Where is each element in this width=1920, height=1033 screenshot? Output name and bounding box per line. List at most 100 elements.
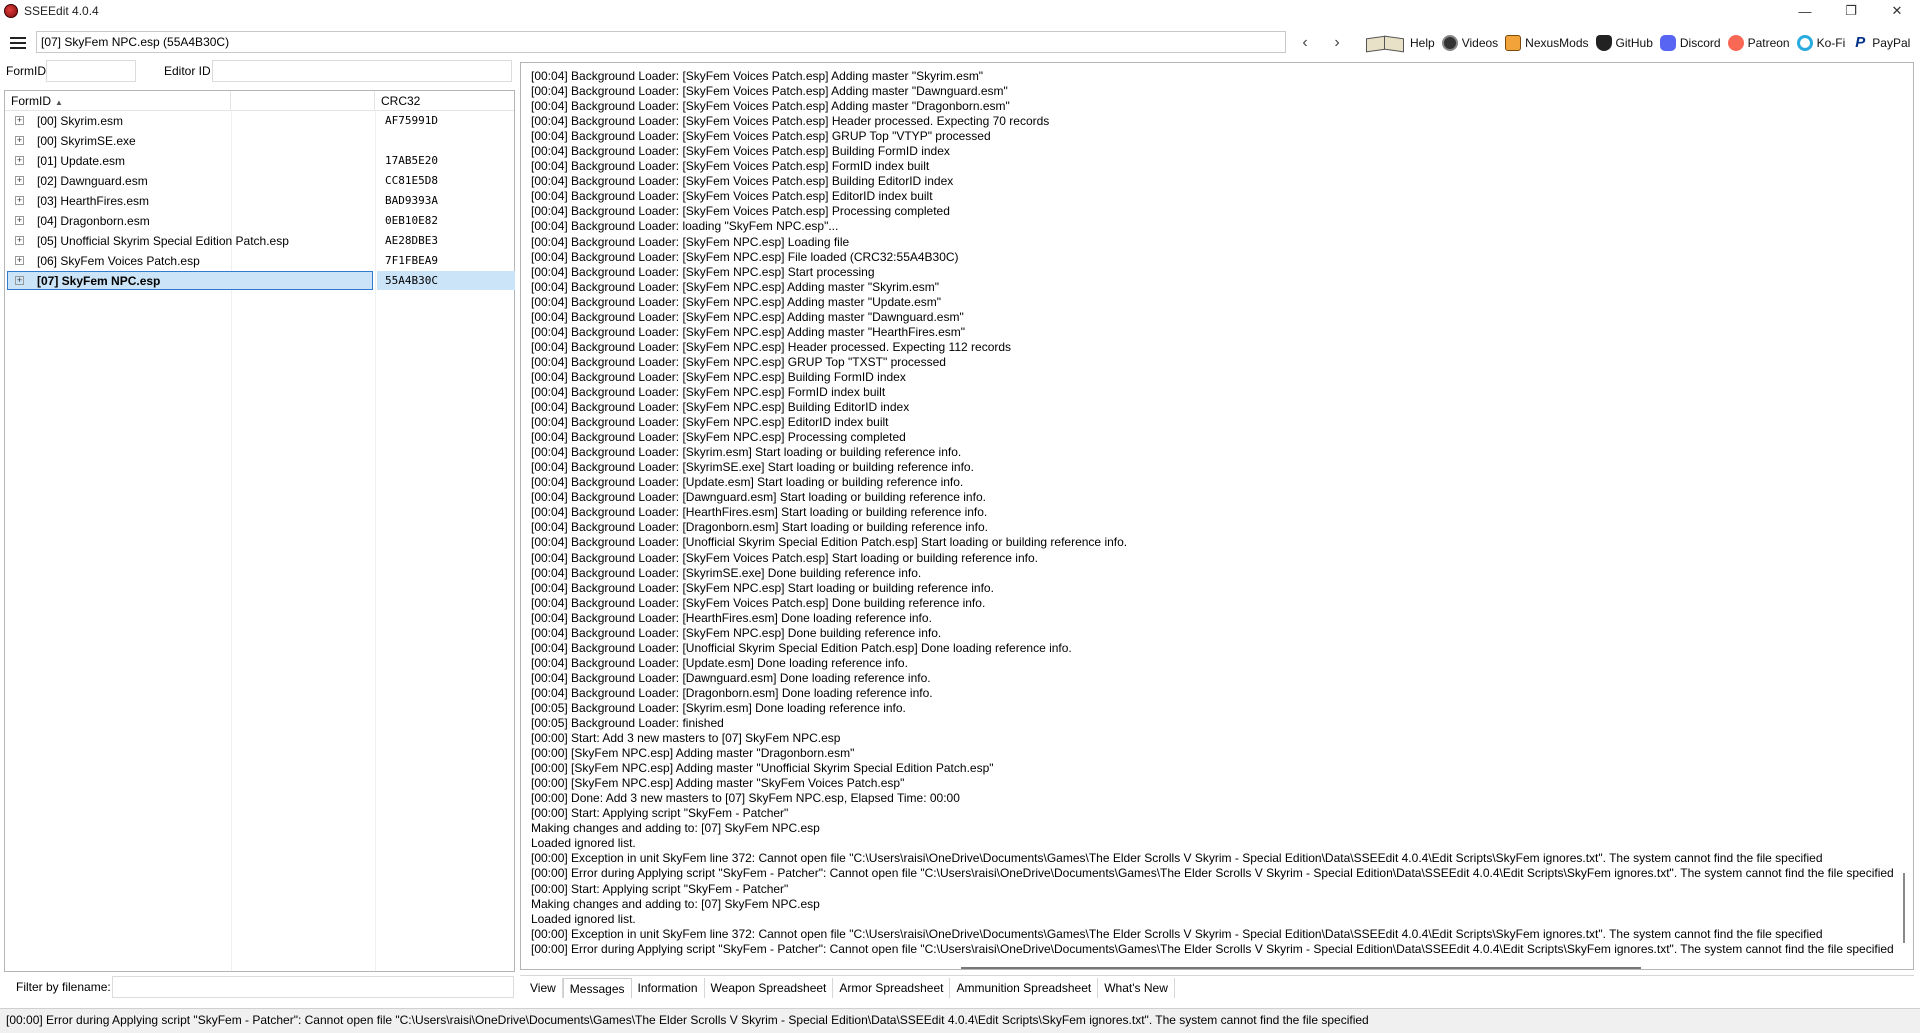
bottom-tabs: View Messages Information Weapon Spreadshee… [524,978,1175,998]
plugin-tree: FormID ▲ CRC32 + [00] Skyrim.esm AF75991D + [… [4,90,515,972]
patreon-link[interactable]: Patreon [1727,35,1790,51]
tree-row[interactable]: + [02] Dawnguard.esm CC81E5D8 [5,171,514,191]
paypal-label: PayPal [1872,36,1911,50]
editorid-filter-input[interactable] [212,60,512,82]
log-lines: [00:04] Background Loader: [SkyFem Voice… [531,69,1894,957]
tree-row[interactable]: + [06] SkyFem Voices Patch.esp 7F1FBEA9 [5,251,514,271]
expand-icon[interactable]: + [15,256,24,265]
log-line: Loaded ignored list. [531,911,636,926]
log-line: [00:04] Background Loader: [HearthFires.… [531,610,932,625]
expand-icon[interactable]: + [15,156,24,165]
log-line: Loaded ignored list. [531,836,636,851]
log-line: [00:04] Background Loader: [SkyFem NPC.e… [531,279,940,294]
plugin-crc32: 55A4B30C [385,274,438,287]
log-line: [00:00] [SkyFem NPC.esp] Adding master "… [531,776,905,791]
tab-messages[interactable]: Messages [562,978,632,998]
sort-ascending-icon: ▲ [55,98,63,107]
log-line: [00:04] Background Loader: [SkyFem NPC.e… [531,369,906,384]
plugin-name: [02] Dawnguard.esm [37,174,148,188]
vertical-scrollbar[interactable] [1903,873,1905,943]
tab-view[interactable]: View [524,978,563,998]
title-bar: SSEEdit 4.0.4 — ❐ ✕ [0,0,1920,22]
record-path-field[interactable]: [07] SkyFem NPC.esp (55A4B30C) [36,31,1286,53]
nexusmods-label: NexusMods [1525,36,1589,50]
expand-icon[interactable]: + [15,136,24,145]
status-bar: [00:00] Error during Applying script "Sk… [0,1008,1920,1033]
log-line: [00:04] Background Loader: [Update.esm] … [531,655,908,670]
discord-icon [1659,35,1676,51]
maximize-button[interactable]: ❐ [1828,0,1874,22]
log-line: [00:04] Background Loader: [Dragonborn.e… [531,520,988,535]
tree-row[interactable]: + [07] SkyFem NPC.esp 55A4B30C [5,271,515,291]
crc32-column-header[interactable]: CRC32 [375,91,514,110]
window-controls: — ❐ ✕ [1782,0,1920,22]
log-line: [00:04] Background Loader: [SkyFem NPC.e… [531,580,994,595]
tree-row[interactable]: + [00] Skyrim.esm AF75991D [5,111,514,131]
kofi-label: Ko-Fi [1816,36,1846,50]
expand-icon[interactable]: + [15,236,24,245]
log-line: Making changes and adding to: [07] SkyFe… [531,821,820,836]
message-log[interactable]: [00:04] Background Loader: [SkyFem Voice… [520,62,1914,970]
log-line: [00:04] Background Loader: [SkyFem NPC.e… [531,625,942,640]
horizontal-scrollbar[interactable] [961,967,1641,969]
log-line: [00:04] Background Loader: [SkyFem NPC.e… [531,309,964,324]
log-line: [00:04] Background Loader: [Dawnguard.es… [531,670,931,685]
log-line: [00:04] Background Loader: [SkyFem Voice… [531,144,950,159]
github-icon [1595,35,1612,51]
help-link[interactable]: Help [1364,33,1435,53]
formid-column-header[interactable]: FormID ▲ [5,91,231,110]
close-button[interactable]: ✕ [1874,0,1920,22]
log-line: [00:04] Background Loader: [SkyFem NPC.e… [531,354,946,369]
app-logo-icon [4,4,18,18]
tree-row[interactable]: + [01] Update.esm 17AB5E20 [5,151,514,171]
plugin-crc32: AF75991D [385,114,438,127]
plugin-crc32: AE28DBE3 [385,234,438,247]
arrow-right-icon[interactable]: › [1326,32,1348,54]
tab-ammunition-spreadsheet[interactable]: Ammunition Spreadsheet [950,978,1099,998]
nexusmods-link[interactable]: NexusMods [1505,35,1589,51]
minimize-button[interactable]: — [1782,0,1828,22]
arrow-left-icon[interactable]: ‹ [1294,32,1316,54]
kofi-link[interactable]: Ko-Fi [1796,35,1846,51]
log-line: [00:04] Background Loader: loading "SkyF… [531,219,839,234]
formid-column-label: FormID [11,94,51,108]
expand-icon[interactable]: + [15,216,24,225]
videos-link[interactable]: Videos [1441,35,1498,51]
tree-row[interactable]: + [00] SkyrimSE.exe [5,131,514,151]
log-line: [00:04] Background Loader: [SkyFem Voice… [531,174,954,189]
paypal-link[interactable]: PayPal [1852,34,1911,51]
tree-row[interactable]: + [04] Dragonborn.esm 0EB10E82 [5,211,514,231]
log-line: [00:04] Background Loader: [SkyFem NPC.e… [531,294,942,309]
log-line: [00:00] [SkyFem NPC.esp] Adding master "… [531,761,994,776]
expand-icon[interactable]: + [15,196,24,205]
github-link[interactable]: GitHub [1595,35,1653,51]
tree-row[interactable]: + [03] HearthFires.esm BAD9393A [5,191,514,211]
tab-what-s-new[interactable]: What's New [1098,978,1175,998]
formid-filter-label: FormID [6,64,46,78]
hamburger-menu-icon[interactable] [0,30,36,56]
log-line: [00:04] Background Loader: [Unofficial S… [531,640,1072,655]
log-line: [00:04] Background Loader: [Dawnguard.es… [531,490,986,505]
log-line: [00:04] Background Loader: [SkyFem NPC.e… [531,264,875,279]
plugin-name: [07] SkyFem NPC.esp [37,274,161,288]
help-label: Help [1410,36,1435,50]
toolbar-links: Help Videos NexusMods GitHub Discord Pat… [1364,30,1910,56]
log-line: [00:04] Background Loader: [SkyFem Voice… [531,159,930,174]
tab-weapon-spreadsheet[interactable]: Weapon Spreadsheet [705,978,834,998]
plugin-name: [03] HearthFires.esm [37,194,150,208]
expand-icon[interactable]: + [15,116,24,125]
tab-armor-spreadsheet[interactable]: Armor Spreadsheet [833,978,951,998]
expand-icon[interactable]: + [15,276,24,285]
editorid-filter-label: Editor ID [164,64,211,78]
log-line: [00:04] Background Loader: [SkyFem Voice… [531,550,1038,565]
expand-icon[interactable]: + [15,176,24,185]
formid-filter-input[interactable] [46,60,136,82]
tab-information[interactable]: Information [632,978,705,998]
plugin-crc32: BAD9393A [385,194,438,207]
log-line: [00:04] Background Loader: [SkyFem NPC.e… [531,324,966,339]
discord-link[interactable]: Discord [1659,35,1721,51]
tree-row[interactable]: + [05] Unofficial Skyrim Special Edition … [5,231,514,251]
plugin-name: [01] Update.esm [37,154,126,168]
log-line: [00:00] Start: Applying script "SkyFem -… [531,881,789,896]
filename-filter-input[interactable] [112,976,514,998]
